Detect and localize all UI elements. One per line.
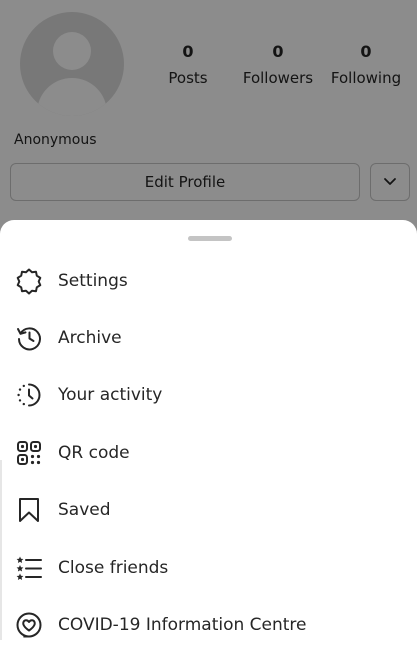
menu-item-archive[interactable]: Archive [0,309,417,366]
qr-code-icon [15,439,43,467]
menu-item-covid-info-centre[interactable]: COVID-19 Information Centre [0,596,417,653]
menu-item-label: Archive [58,328,122,349]
menu-item-your-activity[interactable]: Your activity [0,367,417,424]
menu-item-saved[interactable]: Saved [0,482,417,539]
menu-item-label: Saved [58,500,111,521]
menu-item-close-friends[interactable]: Close friends [0,539,417,596]
bottom-sheet: Settings Archive Your activity QR code S… [0,220,417,646]
menu-item-label: QR code [58,442,130,463]
sheet-drag-handle[interactable] [188,236,232,241]
archive-history-icon [15,324,43,352]
scroll-edge-indicator [0,460,2,640]
menu-item-label: Settings [58,270,128,291]
sheet-menu: Settings Archive Your activity QR code S… [0,252,417,654]
menu-item-label: Your activity [58,385,163,406]
bookmark-icon [15,496,43,524]
covid-info-heart-icon [15,611,43,639]
menu-item-label: COVID-19 Information Centre [58,615,307,636]
activity-clock-icon [15,381,43,409]
close-friends-list-icon [15,554,43,582]
menu-item-qr-code[interactable]: QR code [0,424,417,481]
menu-item-label: Close friends [58,557,169,578]
settings-gear-icon [15,267,43,295]
menu-item-settings[interactable]: Settings [0,252,417,309]
